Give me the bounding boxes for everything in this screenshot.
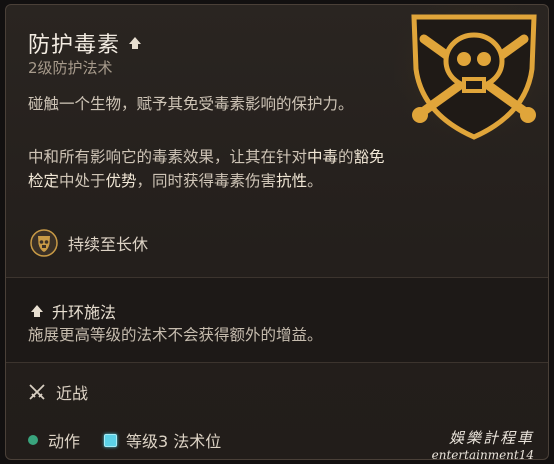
spell-slot-label: 等级3 法术位	[126, 432, 222, 451]
duration-row: 持续至长休	[30, 229, 148, 257]
action-dot-icon	[28, 435, 38, 445]
effect-text: ，同时获得毒素伤害	[136, 172, 277, 190]
range-label: 近战	[56, 384, 89, 403]
spell-tooltip: 防护毒素 2级防护法术 碰触一个生物，赋予其免受毒素影响的保护力。 中和所有影响…	[5, 4, 549, 460]
keyword-advantage[interactable]: 优势	[106, 172, 137, 190]
effect-text: 中和所有影响它的毒素效果，让其在针对	[28, 148, 308, 166]
effect-text: 中处于	[59, 172, 106, 190]
action-label: 动作	[48, 432, 81, 451]
keyword-resistance[interactable]: 抗性	[276, 172, 307, 190]
upcast-icon	[129, 37, 142, 49]
watermark-line2: entertainment14	[431, 448, 534, 460]
effect-text: 的	[338, 148, 354, 166]
melee-swords-icon	[29, 384, 45, 400]
poison-skull-shield-icon	[394, 5, 548, 149]
upcast-label: 升环施法	[52, 303, 117, 322]
upcast-icon	[31, 305, 43, 317]
divider	[6, 362, 548, 363]
spell-title: 防护毒素	[28, 33, 121, 58]
keyword-poisoned[interactable]: 中毒	[307, 148, 338, 166]
watermark: 娛樂計程車 entertainment14	[431, 427, 534, 460]
upcast-header: 升环施法	[30, 299, 116, 323]
spell-slot-icon	[104, 433, 118, 447]
effect-text: 。	[307, 172, 323, 190]
long-rest-icon	[30, 229, 58, 257]
spell-effect-description: 中和所有影响它的毒素效果，让其在针对中毒的豁免检定中处于优势，同时获得毒素伤害抗…	[28, 145, 388, 193]
range-row: 近战	[28, 380, 88, 404]
duration-label: 持续至长休	[68, 235, 149, 254]
spell-subtitle: 2级防护法术	[28, 59, 113, 77]
upcast-description: 施展更高等级的法术不会获得额外的增益。	[28, 326, 323, 344]
watermark-line1: 娛樂計程車	[448, 429, 534, 447]
spell-header: 防护毒素	[28, 27, 142, 59]
cost-row: 动作 等级3 法术位	[28, 428, 221, 452]
spell-description: 碰触一个生物，赋予其免受毒素影响的保护力。	[28, 95, 354, 113]
